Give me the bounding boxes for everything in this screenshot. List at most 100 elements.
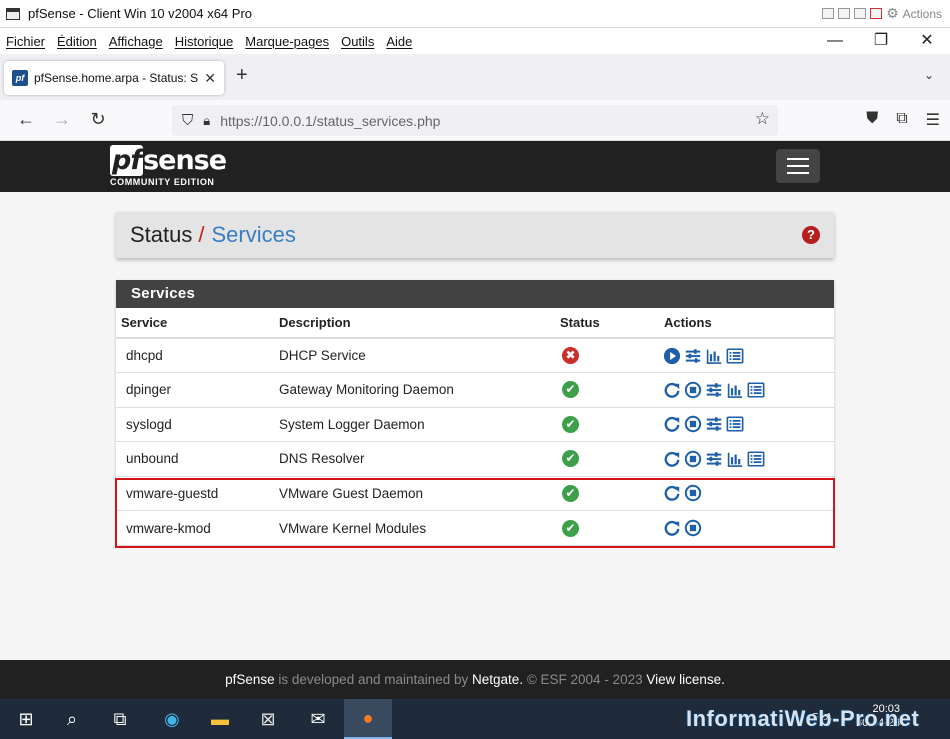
table-row: syslogd System Logger Daemon ✔ <box>116 406 834 442</box>
menu-icon[interactable]: ☰ <box>926 110 940 130</box>
address-bar[interactable]: ⛉ 🔒︎ https://10.0.0.1/status_services.ph… <box>172 105 778 136</box>
vm-actions-menu[interactable]: Actions <box>903 7 942 21</box>
status-running-icon: ✔ <box>562 484 579 502</box>
task-view-icon[interactable]: ⧉ <box>96 699 144 739</box>
main-content: Status / Services ? Services Service Des… <box>0 192 950 660</box>
settings-sliders-icon[interactable] <box>705 415 723 433</box>
back-icon[interactable]: ← <box>14 109 38 130</box>
help-icon[interactable]: ? <box>802 226 820 244</box>
table-row: dpinger Gateway Monitoring Daemon ✔ <box>116 372 834 407</box>
bookmark-star-icon[interactable]: ☆ <box>755 109 770 129</box>
table-row: dhcpd DHCP Service ✖ <box>116 337 834 373</box>
breadcrumb-separator: / <box>198 222 205 247</box>
store-icon[interactable]: ⊠ <box>244 699 292 739</box>
lock-icon[interactable]: 🔒︎ <box>203 113 210 129</box>
tab-title: pfSense.home.arpa - Status: Ser <box>34 71 199 85</box>
stop-service-icon[interactable] <box>684 519 702 537</box>
chevron-down-icon[interactable]: ⌄ <box>924 68 934 82</box>
breadcrumb: Status / Services ? <box>116 212 834 258</box>
bar-chart-icon[interactable] <box>705 347 723 365</box>
service-actions <box>659 406 834 442</box>
stop-service-icon[interactable] <box>684 484 702 502</box>
service-name: vmware-kmod <box>116 510 274 545</box>
footer-license-link[interactable]: View license. <box>646 672 725 687</box>
start-service-icon[interactable] <box>663 347 681 365</box>
service-description: VMware Kernel Modules <box>274 510 555 545</box>
tab-close-icon[interactable]: ✕ <box>204 70 216 87</box>
gear-icon[interactable]: ⚙ <box>886 5 899 22</box>
toolbar-icons: ⛊ ⧉ ☰ <box>866 110 940 130</box>
vm-controls: ⚙ Actions <box>822 5 942 22</box>
pfsense-logo[interactable]: pfsense COMMUNITY EDITION <box>110 145 227 187</box>
breadcrumb-services-link[interactable]: Services <box>212 222 296 248</box>
service-actions <box>659 475 834 511</box>
minimize-icon[interactable]: — <box>812 28 858 54</box>
windows-start-icon[interactable]: ⊞ <box>2 699 50 739</box>
menu-marque-pages[interactable]: Marque-pages <box>239 34 335 49</box>
menu-fichier[interactable]: Fichier <box>0 34 51 49</box>
service-description: System Logger Daemon <box>274 406 555 442</box>
settings-sliders-icon[interactable] <box>705 450 723 468</box>
vm-minimize-icon[interactable] <box>822 8 835 19</box>
menu-outils[interactable]: Outils <box>335 34 380 49</box>
window-controls: — ❐ ✕ <box>812 28 950 54</box>
vm-restore-icon[interactable] <box>838 8 851 19</box>
bar-chart-icon[interactable] <box>726 450 744 468</box>
stop-service-icon[interactable] <box>684 450 702 468</box>
search-icon[interactable]: ⌕ <box>48 699 96 739</box>
mail-icon[interactable]: ✉ <box>294 699 342 739</box>
menu-aide[interactable]: Aide <box>380 34 418 49</box>
restart-service-icon[interactable] <box>663 450 681 468</box>
shield-icon[interactable]: ⛉ <box>182 112 193 129</box>
menu-affichage[interactable]: Affichage <box>103 34 169 49</box>
pocket-icon[interactable]: ⛊ <box>866 110 878 130</box>
footer-company-link[interactable]: Netgate. <box>472 672 523 687</box>
restore-icon[interactable]: ❐ <box>858 28 904 54</box>
service-actions <box>659 372 834 407</box>
vm-close-icon[interactable] <box>870 8 883 19</box>
menu-edition[interactable]: Édition <box>51 34 103 49</box>
status-running-icon: ✔ <box>562 381 579 399</box>
forward-icon[interactable]: → <box>50 109 74 130</box>
service-status: ✔ <box>555 475 659 511</box>
settings-sliders-icon[interactable] <box>705 381 723 399</box>
restart-service-icon[interactable] <box>663 519 681 537</box>
log-list-icon[interactable] <box>747 381 765 399</box>
file-explorer-icon[interactable]: ▬ <box>196 699 244 739</box>
vm-maximize-icon[interactable] <box>854 8 867 19</box>
stop-service-icon[interactable] <box>684 415 702 433</box>
log-list-icon[interactable] <box>726 415 744 433</box>
logo-word: sense <box>143 145 227 176</box>
stop-service-icon[interactable] <box>684 381 702 399</box>
edge-icon[interactable]: ◉ <box>148 699 196 739</box>
bar-chart-icon[interactable] <box>726 381 744 399</box>
firefox-icon[interactable]: ● <box>344 699 392 739</box>
logo-edition: COMMUNITY EDITION <box>110 177 215 187</box>
restart-service-icon[interactable] <box>663 484 681 502</box>
log-list-icon[interactable] <box>747 450 765 468</box>
logo-prefix: pf <box>110 145 144 176</box>
services-panel: Services Service Description Status Acti… <box>116 280 834 545</box>
pfsense-header: pfsense COMMUNITY EDITION <box>0 141 950 192</box>
extensions-icon[interactable]: ⧉ <box>896 110 907 130</box>
col-header-description: Description <box>274 308 555 339</box>
table-row: vmware-kmod VMware Kernel Modules ✔ <box>116 510 834 545</box>
new-tab-icon[interactable]: + <box>236 64 248 87</box>
close-icon[interactable]: ✕ <box>904 28 950 54</box>
settings-sliders-icon[interactable] <box>684 347 702 365</box>
menu-historique[interactable]: Historique <box>169 34 240 49</box>
vm-app-icon <box>6 7 20 20</box>
service-description: DNS Resolver <box>274 441 555 476</box>
service-status: ✔ <box>555 372 659 407</box>
browser-menubar: Fichier Édition Affichage Historique Mar… <box>0 28 950 54</box>
service-name: unbound <box>116 441 274 476</box>
service-actions <box>659 510 834 545</box>
log-list-icon[interactable] <box>726 347 744 365</box>
restart-service-icon[interactable] <box>663 415 681 433</box>
reload-icon[interactable]: ↻ <box>86 109 110 130</box>
pfsense-footer: pfSense is developed and maintained by N… <box>0 660 950 699</box>
restart-service-icon[interactable] <box>663 381 681 399</box>
url-text[interactable]: https://10.0.0.1/status_services.php <box>220 113 440 129</box>
browser-tab[interactable]: pf pfSense.home.arpa - Status: Ser ✕ <box>4 61 224 95</box>
hamburger-menu-icon[interactable] <box>776 149 820 183</box>
